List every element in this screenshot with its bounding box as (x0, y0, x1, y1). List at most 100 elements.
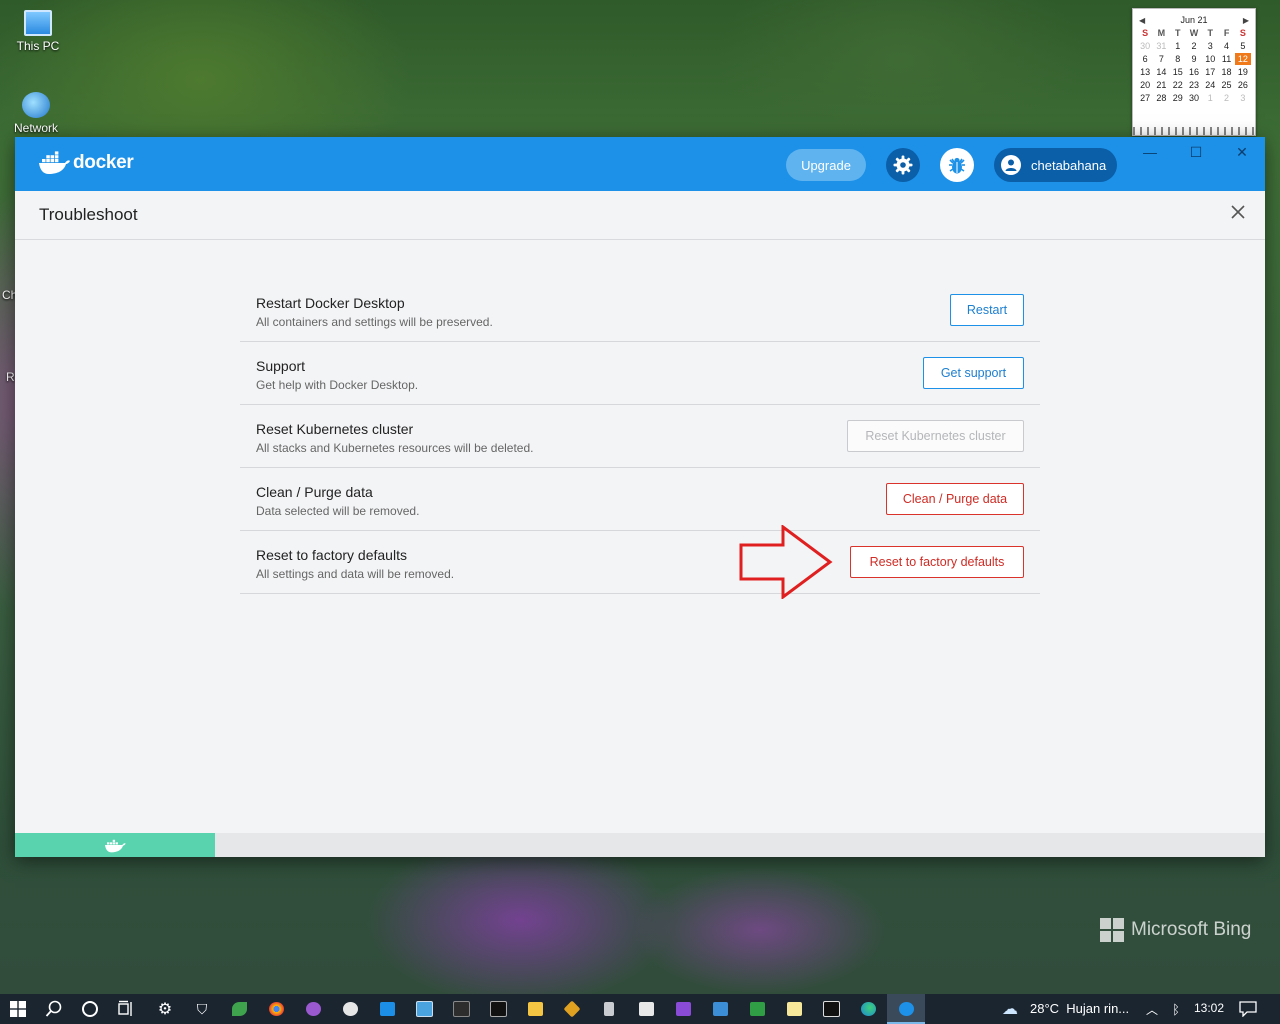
calendar-day[interactable]: 9 (1186, 53, 1202, 65)
calendar-day[interactable]: 20 (1137, 79, 1153, 91)
calendar-next-icon[interactable]: ▶ (1243, 16, 1249, 25)
calendar-day[interactable]: 23 (1186, 79, 1202, 91)
calendar-day[interactable]: 17 (1202, 66, 1218, 78)
calendar-day[interactable]: 31 (1153, 40, 1169, 52)
taskbar-visual-studio[interactable] (673, 999, 693, 1019)
cortana-button[interactable] (80, 999, 100, 1019)
calendar-day[interactable]: 16 (1186, 66, 1202, 78)
mail-icon (379, 1002, 395, 1016)
calendar-day[interactable]: 10 (1202, 53, 1218, 65)
restart-button[interactable]: Restart (950, 294, 1024, 326)
taskbar-app-17[interactable] (747, 999, 767, 1019)
weather-widget[interactable]: ☁ (998, 999, 1022, 1019)
calendar-day[interactable]: 6 (1137, 53, 1153, 65)
taskbar-docker[interactable] (896, 999, 916, 1019)
notification-icon (1239, 1001, 1257, 1017)
taskbar-app-18[interactable] (784, 999, 804, 1019)
calendar-weekday: S (1142, 28, 1149, 38)
bluetooth-icon: ᛒ (1172, 1001, 1180, 1017)
taskbar-settings-app[interactable]: ⚙ (155, 999, 175, 1019)
taskbar-mail-app[interactable] (377, 999, 397, 1019)
start-button[interactable] (8, 999, 28, 1019)
calendar-day[interactable]: 15 (1170, 66, 1186, 78)
search-button[interactable] (44, 999, 64, 1019)
reset-kubernetes-button[interactable]: Reset Kubernetes cluster (847, 420, 1024, 452)
row-title: Clean / Purge data (256, 484, 373, 500)
taskbar-app-10[interactable] (488, 999, 508, 1019)
clock[interactable]: 13:02 (1194, 1001, 1224, 1015)
avatar (1001, 155, 1021, 175)
taskbar-app-4[interactable] (266, 999, 286, 1019)
maximize-button[interactable]: ☐ (1186, 143, 1206, 161)
calendar-day[interactable]: 4 (1218, 40, 1234, 52)
close-window-button[interactable]: ✕ (1232, 143, 1252, 161)
settings-button[interactable] (886, 148, 920, 182)
calendar-day[interactable]: 5 (1235, 40, 1251, 52)
taskbar-app-16[interactable] (710, 999, 730, 1019)
taskbar-pycharm[interactable] (821, 999, 841, 1019)
taskbar-file-explorer[interactable] (525, 999, 545, 1019)
annotation-arrow-icon (739, 525, 833, 599)
calendar-day[interactable]: 25 (1218, 79, 1234, 91)
docker-logo-text: docker (73, 152, 134, 173)
calendar-day[interactable]: 13 (1137, 66, 1153, 78)
minimize-button[interactable]: — (1140, 143, 1160, 161)
taskbar-app-9[interactable] (451, 999, 471, 1019)
calendar-weekday: F (1223, 28, 1230, 38)
clean-purge-button[interactable]: Clean / Purge data (886, 483, 1024, 515)
engine-status-indicator[interactable] (15, 833, 215, 857)
bluetooth-tray[interactable]: ᛒ (1166, 999, 1186, 1019)
network-desktop-icon[interactable]: Network (6, 92, 66, 135)
calendar-day[interactable]: 21 (1153, 79, 1169, 91)
calendar-prev-icon[interactable]: ◀ (1139, 16, 1145, 25)
calendar-day[interactable]: 14 (1153, 66, 1169, 78)
calendar-day[interactable]: 19 (1235, 66, 1251, 78)
weather-text[interactable]: 28°C Hujan rin... (1030, 1001, 1129, 1016)
reset-factory-defaults-button[interactable]: Reset to factory defaults (850, 546, 1024, 578)
troubleshoot-button[interactable] (940, 148, 974, 182)
taskbar-app-3[interactable] (229, 999, 249, 1019)
calendar-day[interactable]: 22 (1170, 79, 1186, 91)
cloud-rain-icon: ☁ (1002, 1001, 1018, 1018)
taskbar-edge[interactable] (858, 999, 878, 1019)
calendar-day[interactable]: 28 (1153, 92, 1169, 104)
calendar-day[interactable]: 26 (1235, 79, 1251, 91)
calendar-day[interactable]: 7 (1153, 53, 1169, 65)
calendar-day[interactable]: 3 (1235, 92, 1251, 104)
calendar-gadget[interactable]: ◀ Jun 21 ▶ S M T W T F S 30 31 1 2 3 4 5 6 7 8 9 10 11 12 13 1… (1132, 8, 1256, 136)
calendar-day[interactable]: 1 (1170, 40, 1186, 52)
upgrade-button[interactable]: Upgrade (786, 149, 866, 181)
account-button[interactable]: chetabahana (994, 148, 1117, 182)
this-pc-desktop-icon[interactable]: This PC (8, 10, 68, 53)
taskbar-app-5[interactable] (303, 999, 323, 1019)
cortana-circle-icon (82, 1001, 98, 1017)
taskbar-app-6[interactable] (340, 999, 360, 1019)
calendar-day[interactable]: 8 (1170, 53, 1186, 65)
taskbar-app-12[interactable] (562, 999, 582, 1019)
notifications-button[interactable] (1238, 999, 1258, 1019)
calendar-day[interactable]: 18 (1218, 66, 1234, 78)
calendar-day[interactable]: 1 (1202, 92, 1218, 104)
gear-icon (893, 155, 913, 175)
taskbar-app-13[interactable] (599, 999, 619, 1019)
calendar-day[interactable]: 30 (1186, 92, 1202, 104)
calendar-day[interactable]: 24 (1202, 79, 1218, 91)
calendar-day[interactable]: 2 (1218, 92, 1234, 104)
calendar-day[interactable]: 3 (1202, 40, 1218, 52)
calendar-day[interactable]: 11 (1218, 53, 1234, 65)
close-icon[interactable] (1229, 203, 1247, 221)
show-hidden-icons-button[interactable]: ︿ (1142, 999, 1162, 1019)
calendar-day[interactable]: 30 (1137, 40, 1153, 52)
taskbar-app-8[interactable] (414, 999, 434, 1019)
taskbar-security-app[interactable]: ⛉ (192, 999, 212, 1019)
get-support-button[interactable]: Get support (923, 357, 1024, 389)
taskbar-store-app[interactable] (636, 999, 656, 1019)
calendar-day[interactable]: 27 (1137, 92, 1153, 104)
title-bar[interactable]: docker Upgrade chetabahana — ☐ ✕ (15, 137, 1265, 191)
task-view-button[interactable] (116, 999, 136, 1019)
calendar-day[interactable]: 2 (1186, 40, 1202, 52)
cmd-icon (489, 1001, 507, 1017)
network-icon (22, 92, 50, 118)
calendar-day[interactable]: 12 (1234, 53, 1251, 65)
calendar-day[interactable]: 29 (1170, 92, 1186, 104)
